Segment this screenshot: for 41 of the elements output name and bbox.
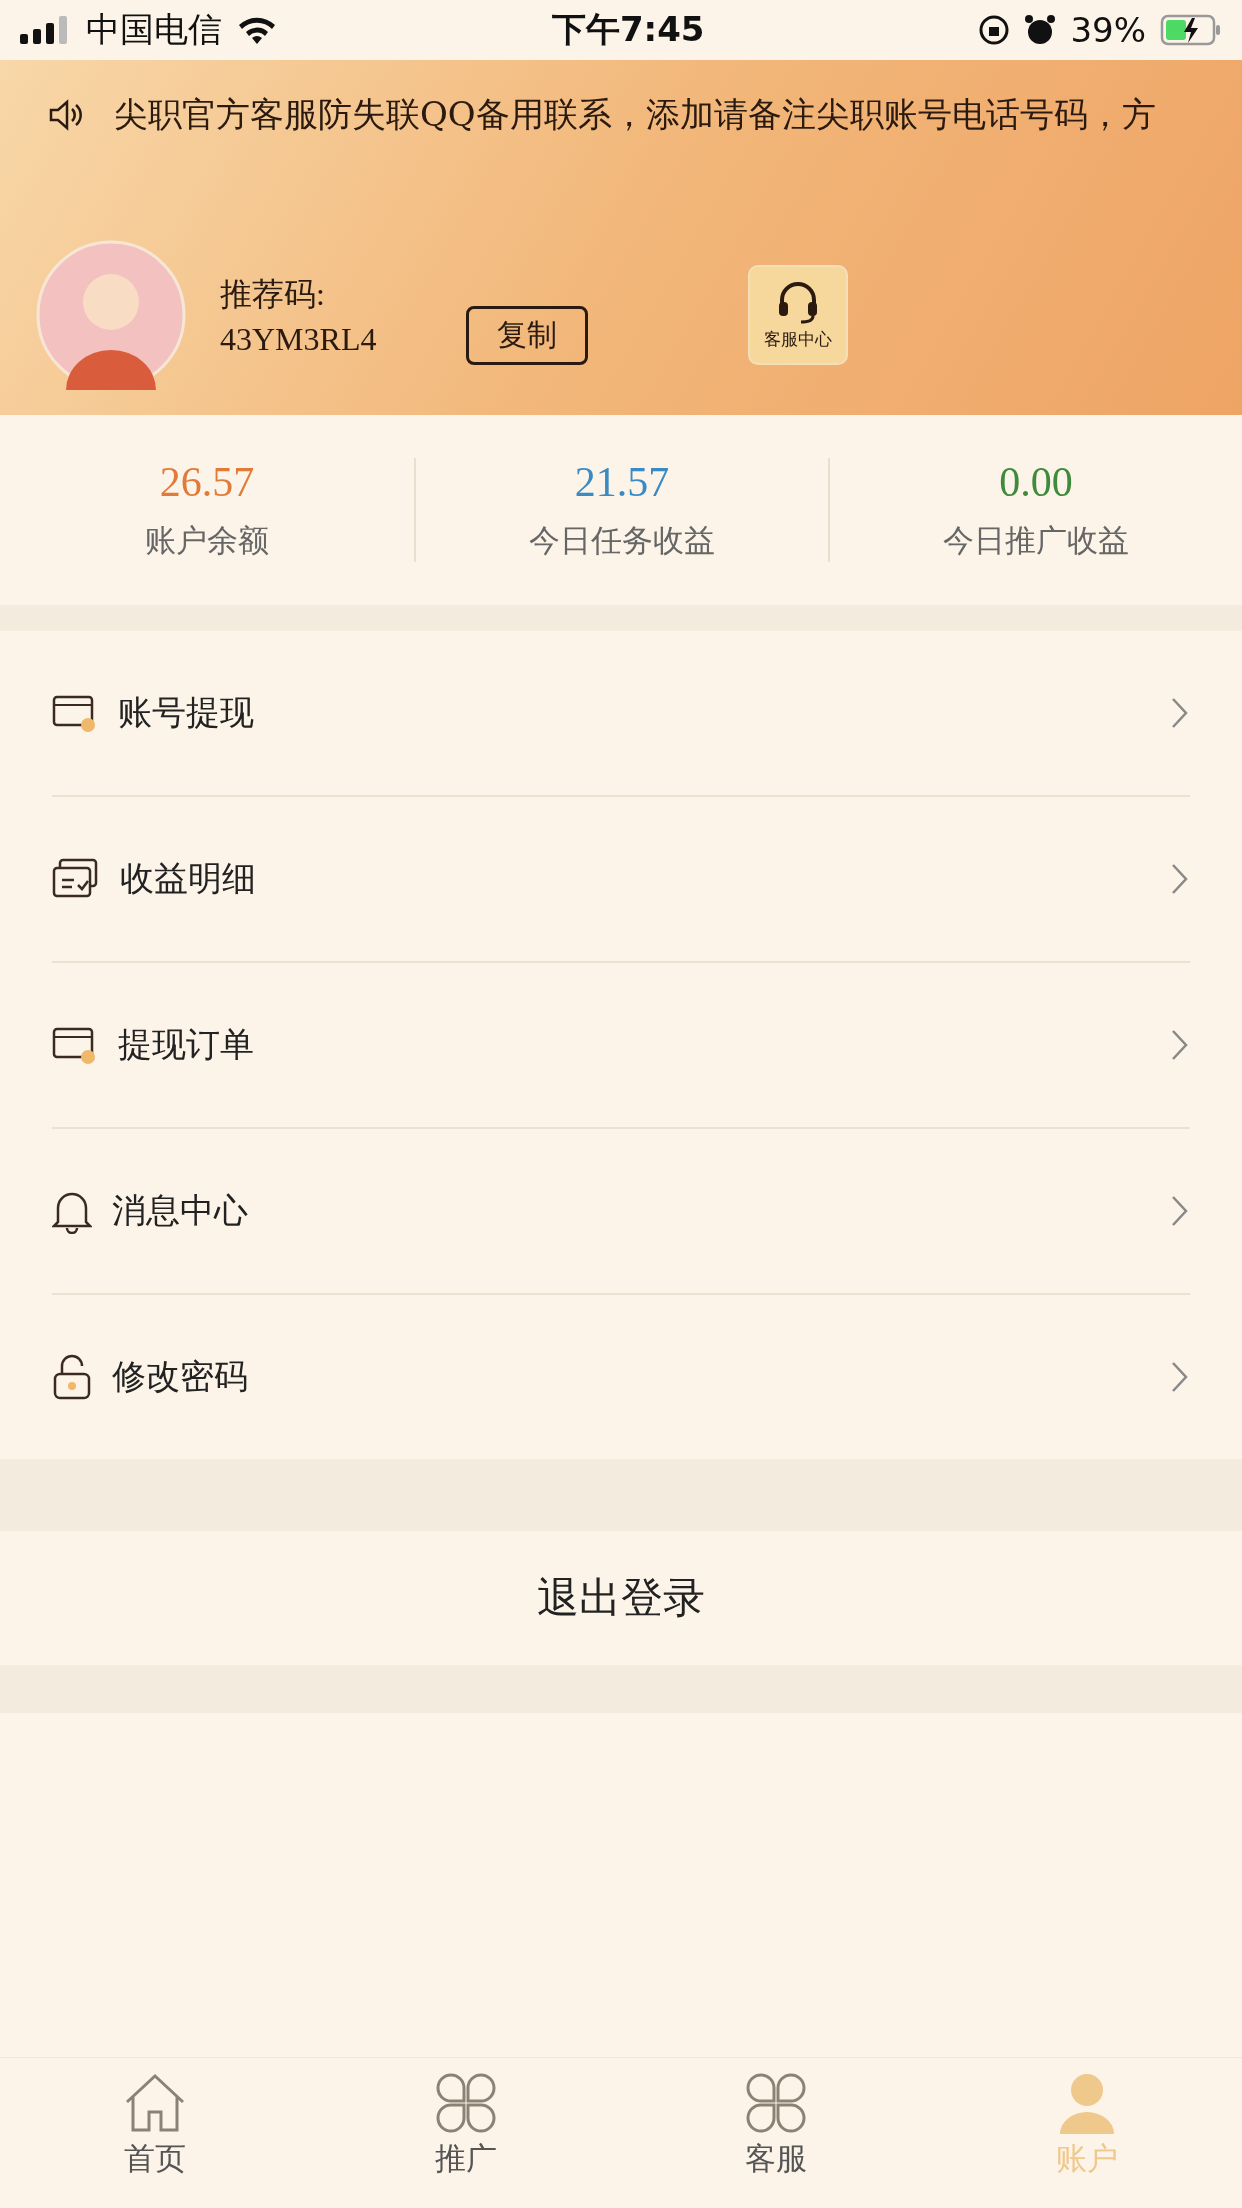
menu-label: 提现订单 [118,1023,255,1066]
menu-item[interactable]: 消息中心 [52,1129,1190,1295]
menu-item[interactable]: 修改密码 [52,1295,1190,1459]
menu-item[interactable]: 收益明细 [52,797,1190,963]
stat-value: 0.00 [999,458,1073,506]
customer-service-button[interactable]: 客服中心 [748,265,849,365]
card-icon [52,1025,98,1065]
stat-value: 21.57 [574,458,670,506]
carrier-name: 中国电信 [86,8,222,51]
speaker-icon [48,99,84,131]
chevron-right-icon [1170,862,1190,896]
menu-item[interactable]: 提现订单 [52,963,1190,1129]
stat-label: 今日推广收益 [943,521,1129,560]
referral-code: 43YM3RL4 [220,320,377,358]
tab-item[interactable]: 客服 [621,2058,932,2208]
battery-percent: 39% [1070,10,1146,50]
menu-item[interactable]: 账号提现 [52,631,1190,797]
chevron-right-icon [1170,1028,1190,1062]
stat-label: 账户余额 [145,521,269,560]
alarm-icon [1024,14,1057,46]
referral-code-label: 推荐码: [220,274,326,314]
lock-icon [52,1354,92,1400]
chevron-right-icon [1170,1360,1190,1394]
clover-icon [434,2072,497,2134]
copy-button[interactable]: 复制 [466,305,589,365]
menu-label: 修改密码 [112,1355,249,1398]
notice-text: 尖职官方客服防失联QQ备用联系，添加请备注尖职账号电话号码，方 [114,93,1156,136]
menu-label: 消息中心 [112,1189,249,1232]
stat-label: 今日任务收益 [529,521,715,560]
menu-label: 收益明细 [120,857,257,900]
document-stack-icon [52,858,100,900]
tab-item[interactable]: 首页 [0,2058,311,2208]
tab-item[interactable]: 推广 [310,2058,621,2208]
stat-value: 26.57 [159,458,255,506]
clover-icon [745,2072,808,2134]
chevron-right-icon [1170,696,1190,730]
battery-charging-icon [1160,14,1222,46]
chevron-right-icon [1170,1194,1190,1228]
card-icon [52,693,98,733]
clock-time: 下午7:45 [551,8,705,51]
menu-label: 账号提现 [118,691,255,734]
